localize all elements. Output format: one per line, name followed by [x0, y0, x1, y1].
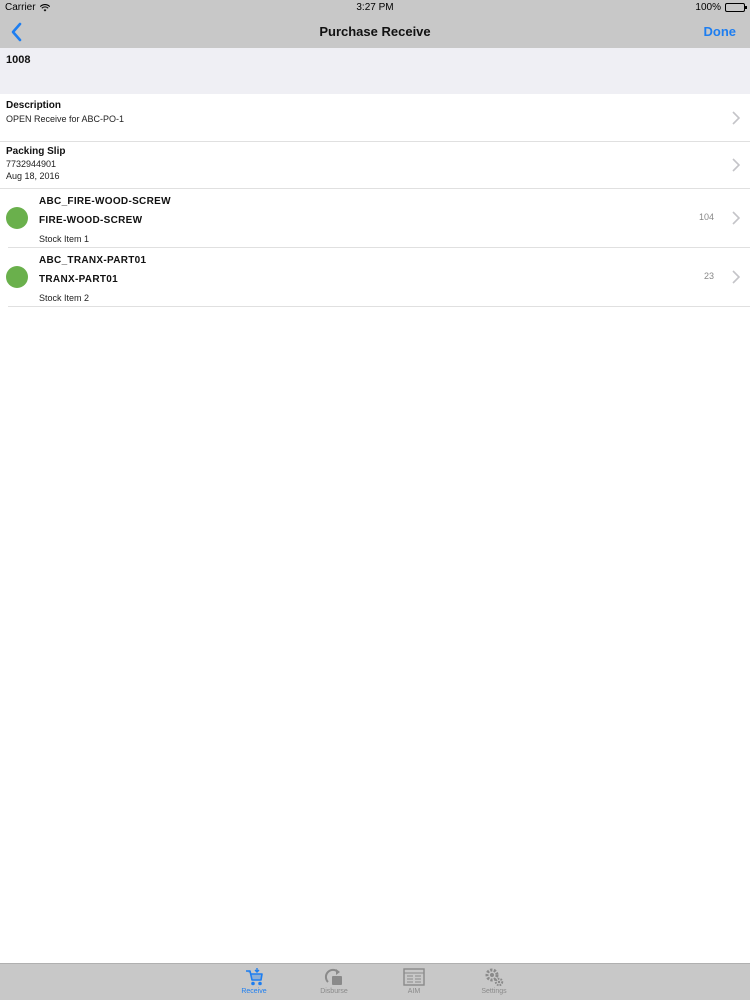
- po-number: 1008: [6, 54, 31, 66]
- stock-item-quantity: 23: [703, 271, 714, 281]
- stock-item-quantity: 104: [698, 212, 714, 222]
- stock-item-code: ABC_TRANX-PART01: [39, 255, 147, 266]
- aim-grid-icon: [403, 968, 425, 986]
- tab-label: Receive: [241, 988, 267, 995]
- description-row[interactable]: Description OPEN Receive for ABC-PO-1: [0, 94, 750, 142]
- stock-item-type: Stock Item 2: [39, 293, 90, 303]
- packing-slip-row[interactable]: Packing Slip 7732944901 Aug 18, 2016: [0, 142, 750, 189]
- gears-icon: [485, 968, 504, 987]
- description-label: Description: [6, 100, 62, 111]
- stock-item-name: TRANX-PART01: [39, 274, 118, 285]
- chevron-right-icon: [732, 158, 740, 172]
- status-bar: Carrier 3:27 PM 100%: [0, 0, 750, 16]
- tab-disburse[interactable]: Disburse: [304, 967, 364, 995]
- stock-item-texts: ABC_FIRE-WOOD-SCREW FIRE-WOOD-SCREW Stoc…: [39, 196, 171, 244]
- chevron-right-icon: [732, 270, 740, 284]
- battery-icon: [725, 3, 747, 12]
- status-time: 3:27 PM: [356, 2, 394, 13]
- tab-bar: Receive Disburse AIM Settings: [0, 963, 750, 1000]
- chevron-right-icon: [732, 211, 740, 225]
- po-header: 1008: [0, 48, 750, 94]
- tab-label: Settings: [481, 988, 507, 995]
- chevron-right-icon: [732, 110, 740, 125]
- back-chevron-icon[interactable]: [6, 20, 30, 44]
- packing-slip-label: Packing Slip: [6, 146, 66, 157]
- tab-label: Disburse: [320, 988, 348, 995]
- stock-item-code: ABC_FIRE-WOOD-SCREW: [39, 196, 171, 207]
- navigation-bar: Purchase Receive Done: [0, 16, 750, 48]
- status-right: 100%: [695, 2, 747, 13]
- disburse-icon: [324, 968, 342, 985]
- tab-receive[interactable]: Receive: [224, 967, 284, 995]
- status-dot-icon: [6, 207, 28, 229]
- stock-item-row[interactable]: ABC_TRANX-PART01 TRANX-PART01 Stock Item…: [6, 248, 750, 307]
- packing-slip-date: Aug 18, 2016: [6, 171, 60, 181]
- stock-item-row[interactable]: ABC_FIRE-WOOD-SCREW FIRE-WOOD-SCREW Stoc…: [6, 189, 750, 248]
- page-title: Purchase Receive: [319, 24, 431, 39]
- status-dot-icon: [6, 266, 28, 288]
- tab-aim[interactable]: AIM: [384, 967, 444, 995]
- tab-settings[interactable]: Settings: [464, 967, 524, 995]
- done-button[interactable]: Done: [704, 24, 737, 39]
- receive-cart-icon: [246, 968, 263, 986]
- packing-slip-number: 7732944901: [6, 159, 57, 169]
- battery-percent: 100%: [695, 2, 721, 13]
- tab-label: AIM: [407, 988, 421, 995]
- stock-item-type: Stock Item 1: [39, 234, 90, 244]
- stock-item-texts: ABC_TRANX-PART01 TRANX-PART01 Stock Item…: [39, 255, 146, 303]
- description-value: OPEN Receive for ABC-PO-1: [6, 114, 125, 124]
- stock-item-name: FIRE-WOOD-SCREW: [39, 215, 143, 226]
